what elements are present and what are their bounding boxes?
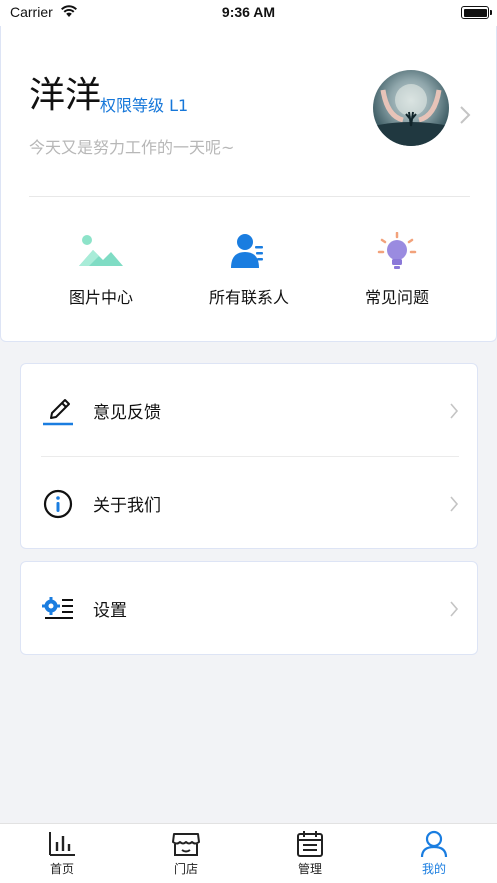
bar-chart-icon xyxy=(49,832,75,856)
contacts-icon xyxy=(231,234,263,268)
quick-action-contacts[interactable]: 所有联系人 xyxy=(189,232,309,308)
store-icon xyxy=(172,833,200,856)
tab-label-manage: 管理 xyxy=(297,862,322,876)
avatar[interactable] xyxy=(373,70,449,146)
tab-label-mine: 我的 xyxy=(421,862,446,876)
person-icon xyxy=(420,830,448,858)
menu-label-feedback: 意见反馈 xyxy=(93,403,161,423)
quick-action-image-center[interactable]: 图片中心 xyxy=(41,232,161,308)
calendar-list-icon xyxy=(297,831,323,857)
lightbulb-icon xyxy=(377,232,417,269)
tab-mine[interactable]: 我的 xyxy=(394,830,474,877)
chevron-right-icon xyxy=(450,496,459,512)
quick-action-label: 常见问题 xyxy=(364,288,429,307)
chevron-right-icon xyxy=(450,403,459,419)
quick-action-label: 图片中心 xyxy=(68,288,133,307)
profile-card: 洋洋 权限等级 L1 今天又是努力工作的一天呢~ 图片中心 所有联系人 常见问题 xyxy=(0,26,497,342)
edit-pen-icon xyxy=(43,399,73,426)
tab-bar: 首页 门店 管理 我的 xyxy=(0,823,497,883)
info-circle-icon xyxy=(43,489,73,519)
image-icon xyxy=(79,235,123,266)
quick-action-faq[interactable]: 常见问题 xyxy=(337,232,457,308)
settings-gear-icon xyxy=(42,597,73,619)
menu-item-feedback[interactable]: 意见反馈 xyxy=(21,364,477,456)
tab-home[interactable]: 首页 xyxy=(22,830,102,877)
status-time: 9:36 AM xyxy=(221,4,276,20)
permission-level: 权限等级 L1 xyxy=(100,96,189,115)
chevron-right-icon xyxy=(450,601,459,617)
user-motto: 今天又是努力工作的一天呢~ xyxy=(29,138,235,157)
menu-card-settings: 设置 xyxy=(20,561,478,655)
tab-manage[interactable]: 管理 xyxy=(270,830,350,877)
menu-card-info: 意见反馈 关于我们 xyxy=(20,363,478,549)
tab-label-home: 首页 xyxy=(49,862,74,876)
quick-action-label: 所有联系人 xyxy=(208,288,289,307)
battery-icon xyxy=(461,6,492,19)
profile-divider xyxy=(29,196,470,197)
user-name: 洋洋 xyxy=(29,75,102,116)
menu-label-about: 关于我们 xyxy=(93,496,161,516)
tab-store[interactable]: 门店 xyxy=(146,830,226,877)
status-bar: Carrier 9:36 AM xyxy=(0,0,497,26)
tab-label-store: 门店 xyxy=(173,862,198,876)
menu-item-about[interactable]: 关于我们 xyxy=(21,457,477,549)
menu-item-settings[interactable]: 设置 xyxy=(21,562,477,654)
avatar-image xyxy=(373,84,449,146)
menu-label-settings: 设置 xyxy=(93,601,127,621)
profile-chevron-right-icon[interactable] xyxy=(459,104,471,126)
